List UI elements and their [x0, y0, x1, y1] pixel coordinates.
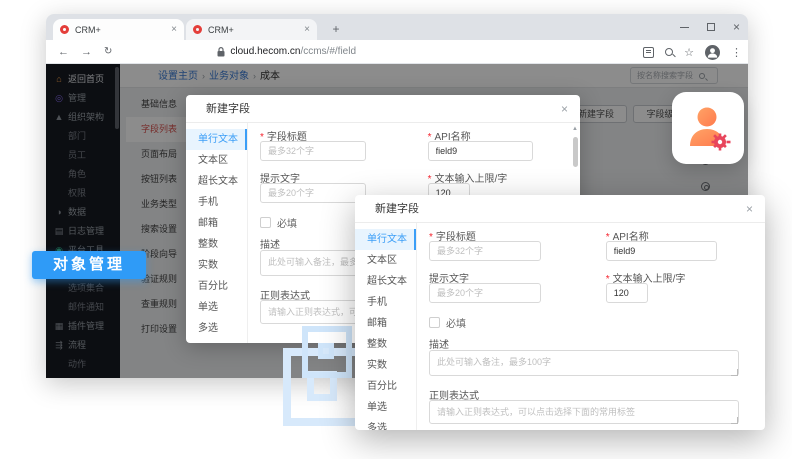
api-name-input[interactable]: [606, 241, 718, 261]
browser-toolbar-icons: ☆ ⋮: [643, 40, 742, 64]
api-name-input[interactable]: [428, 141, 534, 161]
menu-percent[interactable]: 百分比: [355, 376, 416, 397]
menu-phone[interactable]: 手机: [355, 292, 416, 313]
scroll-up-icon[interactable]: ▲: [572, 126, 578, 132]
field-title-input[interactable]: [429, 241, 541, 261]
user-gear-icon: [682, 102, 734, 154]
close-icon[interactable]: ×: [746, 195, 753, 223]
menu-phone[interactable]: 手机: [186, 192, 247, 213]
watermark-square-inner: [318, 343, 334, 359]
new-tab-button[interactable]: +: [328, 21, 344, 37]
tab-close-icon[interactable]: ×: [171, 24, 177, 35]
crm-logo-icon: [60, 25, 69, 34]
back-icon[interactable]: ←: [58, 46, 69, 58]
menu-single-select[interactable]: 单选: [186, 297, 247, 318]
zoom-lens-icon[interactable]: [665, 48, 673, 56]
modal-title: 新建字段: [206, 95, 250, 123]
reload-icon[interactable]: ↻: [104, 46, 112, 57]
bookmark-star-icon[interactable]: ☆: [684, 46, 694, 59]
menu-real-number[interactable]: 实数: [186, 255, 247, 276]
menu-integer[interactable]: 整数: [186, 234, 247, 255]
avatar-card[interactable]: [672, 92, 744, 164]
url-path: /ccms/#/field: [300, 46, 356, 57]
translate-icon[interactable]: [643, 47, 654, 58]
address-bar: ← → ↻ cloud.hecom.cn/ccms/#/field ☆ ⋮: [46, 40, 748, 64]
text-limit-input[interactable]: [606, 283, 648, 303]
menu-single-select[interactable]: 单选: [355, 397, 416, 418]
menu-single-line-text[interactable]: 单行文本: [186, 129, 247, 150]
resize-handle[interactable]: [731, 369, 738, 376]
description-label: 描述: [429, 336, 449, 351]
browser-tab-active[interactable]: CRM+ ×: [53, 19, 184, 40]
required-checkbox[interactable]: [429, 317, 440, 328]
hint-text-input[interactable]: [260, 183, 366, 203]
required-checkbox-row: 必填: [429, 315, 466, 330]
field-type-menu: 单行文本 文本区 超长文本 手机 邮箱 整数 实数 百分比 单选 多选: [186, 123, 248, 343]
menu-email[interactable]: 邮箱: [355, 313, 416, 334]
description-label: 描述: [260, 236, 280, 251]
menu-text-area[interactable]: 文本区: [186, 150, 247, 171]
window-close-icon[interactable]: ×: [733, 21, 740, 33]
required-checkbox-label: 必填: [277, 215, 297, 230]
menu-long-text[interactable]: 超长文本: [186, 171, 247, 192]
field-type-menu: 单行文本 文本区 超长文本 手机 邮箱 整数 实数 百分比 单选 多选: [355, 223, 417, 430]
watermark-square: [302, 326, 352, 378]
tab-title: CRM+: [208, 25, 298, 35]
menu-multi-select[interactable]: 多选: [355, 418, 416, 430]
hint-text-input[interactable]: [429, 283, 541, 303]
regex-textarea[interactable]: [429, 400, 739, 424]
menu-long-text[interactable]: 超长文本: [355, 271, 416, 292]
tab-strip: CRM+ × CRM+ × + ×: [46, 14, 748, 40]
forward-icon[interactable]: →: [81, 46, 92, 58]
minimize-icon[interactable]: [680, 27, 689, 28]
object-management-label[interactable]: 对象管理: [32, 251, 146, 279]
menu-dots-icon[interactable]: ⋮: [731, 46, 742, 59]
required-checkbox-label: 必填: [446, 315, 466, 330]
field-form: *字段标题 *API名称 提示文字 *文本输入上限/字 必填 描述 正则表达式: [429, 223, 739, 430]
menu-single-line-text[interactable]: 单行文本: [355, 229, 416, 250]
resize-handle[interactable]: [731, 417, 738, 424]
tab-title: CRM+: [75, 25, 165, 35]
menu-real-number[interactable]: 实数: [355, 355, 416, 376]
url-domain: cloud.hecom.cn: [230, 46, 300, 57]
crm-logo-icon: [193, 25, 202, 34]
required-checkbox[interactable]: [260, 217, 271, 228]
modal-header: 新建字段 ×: [355, 195, 765, 223]
field-title-input[interactable]: [260, 141, 366, 161]
tab-close-icon[interactable]: ×: [304, 24, 310, 35]
required-checkbox-row: 必填: [260, 215, 297, 230]
menu-multi-select[interactable]: 多选: [186, 318, 247, 339]
modal-header: 新建字段 ×: [186, 95, 580, 123]
menu-email[interactable]: 邮箱: [186, 213, 247, 234]
browser-tab-inactive[interactable]: CRM+ ×: [186, 19, 317, 40]
lock-icon: [217, 47, 225, 57]
menu-text-area[interactable]: 文本区: [355, 250, 416, 271]
maximize-icon[interactable]: [707, 23, 715, 31]
url-text[interactable]: cloud.hecom.cn/ccms/#/field: [230, 46, 356, 57]
close-icon[interactable]: ×: [561, 95, 568, 123]
menu-integer[interactable]: 整数: [355, 334, 416, 355]
modal-title: 新建字段: [375, 195, 419, 223]
window-controls: ×: [680, 14, 740, 40]
description-textarea[interactable]: [429, 350, 739, 376]
new-field-modal-front: 新建字段 × 单行文本 文本区 超长文本 手机 邮箱 整数 实数 百分比 单选 …: [355, 195, 765, 430]
browser-profile-icon[interactable]: [705, 45, 720, 60]
menu-percent[interactable]: 百分比: [186, 276, 247, 297]
modal-scrollbar[interactable]: [573, 137, 578, 167]
